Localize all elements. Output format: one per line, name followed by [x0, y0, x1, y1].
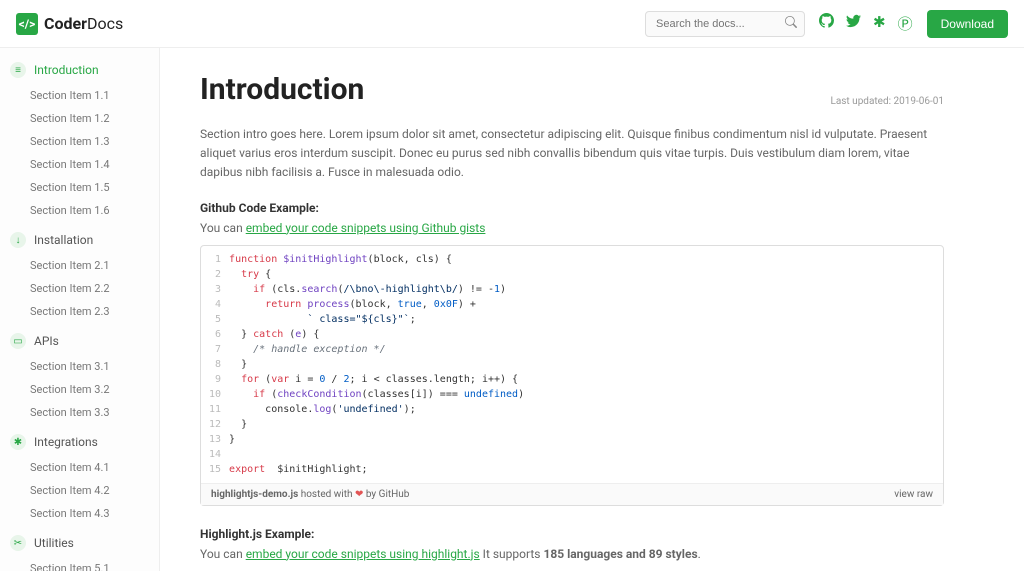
section-icon: ≡: [10, 62, 26, 78]
section-icon: ✂: [10, 535, 26, 551]
social-links: ✱ Ⓟ: [819, 13, 913, 34]
sidebar-item[interactable]: Section Item 4.3: [30, 502, 159, 525]
sidebar-section-introduction[interactable]: ≡Introduction: [0, 56, 159, 84]
sidebar-item[interactable]: Section Item 4.1: [30, 456, 159, 479]
section-icon: ▭: [10, 333, 26, 349]
github-example-desc: You can embed your code snippets using G…: [200, 221, 944, 235]
sidebar-item[interactable]: Section Item 2.3: [30, 300, 159, 323]
search-wrap: [645, 11, 805, 37]
last-updated: Last updated: 2019-06-01: [830, 96, 944, 107]
slack-icon[interactable]: ✱: [873, 13, 886, 34]
sidebar-item[interactable]: Section Item 2.2: [30, 277, 159, 300]
twitter-icon[interactable]: [846, 13, 861, 34]
hljs-desc: You can embed your code snippets using h…: [200, 547, 944, 561]
gist-link[interactable]: embed your code snippets using Github gi…: [246, 221, 486, 235]
sidebar-item[interactable]: Section Item 1.1: [30, 84, 159, 107]
gist-code: 123456789101112131415 function $initHigh…: [201, 246, 943, 483]
section-icon: ↓: [10, 232, 26, 248]
hljs-heading: Highlight.js Example:: [200, 527, 944, 541]
sidebar-item[interactable]: Section Item 1.4: [30, 153, 159, 176]
sidebar-item[interactable]: Section Item 1.5: [30, 176, 159, 199]
header: </> CoderDocs ✱ Ⓟ Download: [0, 0, 1024, 48]
sidebar-item[interactable]: Section Item 1.3: [30, 130, 159, 153]
sidebar-item[interactable]: Section Item 3.2: [30, 378, 159, 401]
github-icon[interactable]: [819, 13, 834, 34]
page-title: Introduction: [200, 72, 364, 107]
sidebar-item[interactable]: Section Item 1.6: [30, 199, 159, 222]
gist-box: 123456789101112131415 function $initHigh…: [200, 245, 944, 506]
hljs-link[interactable]: embed your code snippets using highlight…: [246, 547, 480, 561]
brand[interactable]: </> CoderDocs: [16, 13, 123, 35]
sidebar-section-utilities[interactable]: ✂Utilities: [0, 529, 159, 557]
brand-name: CoderDocs: [44, 14, 123, 33]
sidebar-item[interactable]: Section Item 1.2: [30, 107, 159, 130]
sidebar-section-installation[interactable]: ↓Installation: [0, 226, 159, 254]
sidebar-section-apis[interactable]: ▭APIs: [0, 327, 159, 355]
github-example-heading: Github Code Example:: [200, 201, 944, 215]
sidebar-item[interactable]: Section Item 5.1: [30, 557, 159, 571]
intro-text: Section intro goes here. Lorem ipsum dol…: [200, 125, 944, 183]
logo-icon: </>: [16, 13, 38, 35]
main-content: Introduction Last updated: 2019-06-01 Se…: [160, 48, 1024, 571]
sidebar: ≡IntroductionSection Item 1.1Section Ite…: [0, 48, 160, 571]
sidebar-item[interactable]: Section Item 3.1: [30, 355, 159, 378]
sidebar-section-integrations[interactable]: ✱Integrations: [0, 428, 159, 456]
view-raw-link[interactable]: view raw: [894, 489, 933, 500]
gist-footer: highlightjs-demo.js hosted with ❤ by Git…: [201, 483, 943, 505]
sidebar-item[interactable]: Section Item 2.1: [30, 254, 159, 277]
sidebar-item[interactable]: Section Item 3.3: [30, 401, 159, 424]
section-icon: ✱: [10, 434, 26, 450]
sidebar-item[interactable]: Section Item 4.2: [30, 479, 159, 502]
search-input[interactable]: [645, 11, 805, 37]
header-right: ✱ Ⓟ Download: [645, 10, 1008, 38]
download-button[interactable]: Download: [927, 10, 1008, 38]
search-icon[interactable]: [785, 16, 797, 32]
product-hunt-icon[interactable]: Ⓟ: [898, 13, 913, 34]
